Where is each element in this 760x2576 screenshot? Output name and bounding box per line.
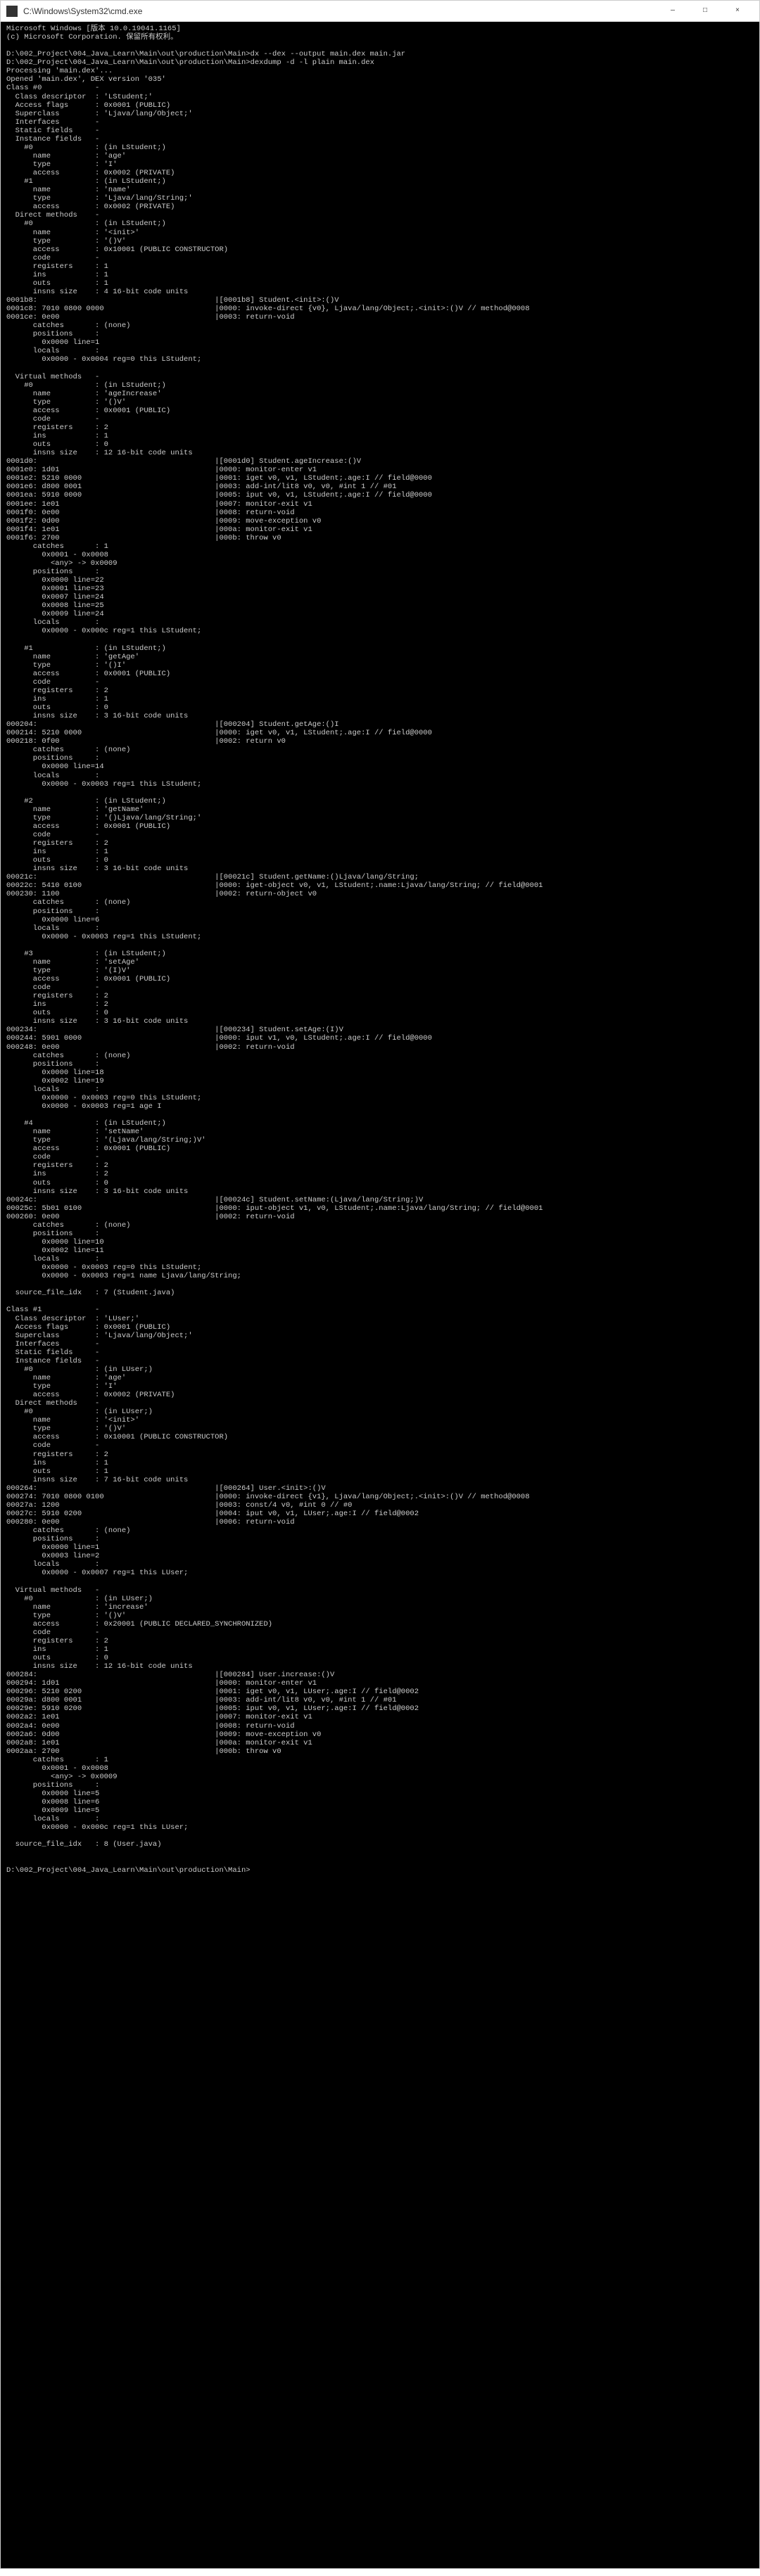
titlebar-text: C:\Windows\System32\cmd.exe [23,6,657,16]
titlebar[interactable]: C:\Windows\System32\cmd.exe — □ × [1,1,759,22]
window-controls: — □ × [657,1,754,22]
cmd-window: C:\Windows\System32\cmd.exe — □ × Micros… [0,0,760,2569]
minimize-button[interactable]: — [657,1,689,22]
close-button[interactable]: × [721,1,754,22]
cmd-icon [6,6,18,17]
terminal-output[interactable]: Microsoft Windows [版本 10.0.19041.1165] (… [1,22,759,2568]
maximize-button[interactable]: □ [689,1,721,22]
